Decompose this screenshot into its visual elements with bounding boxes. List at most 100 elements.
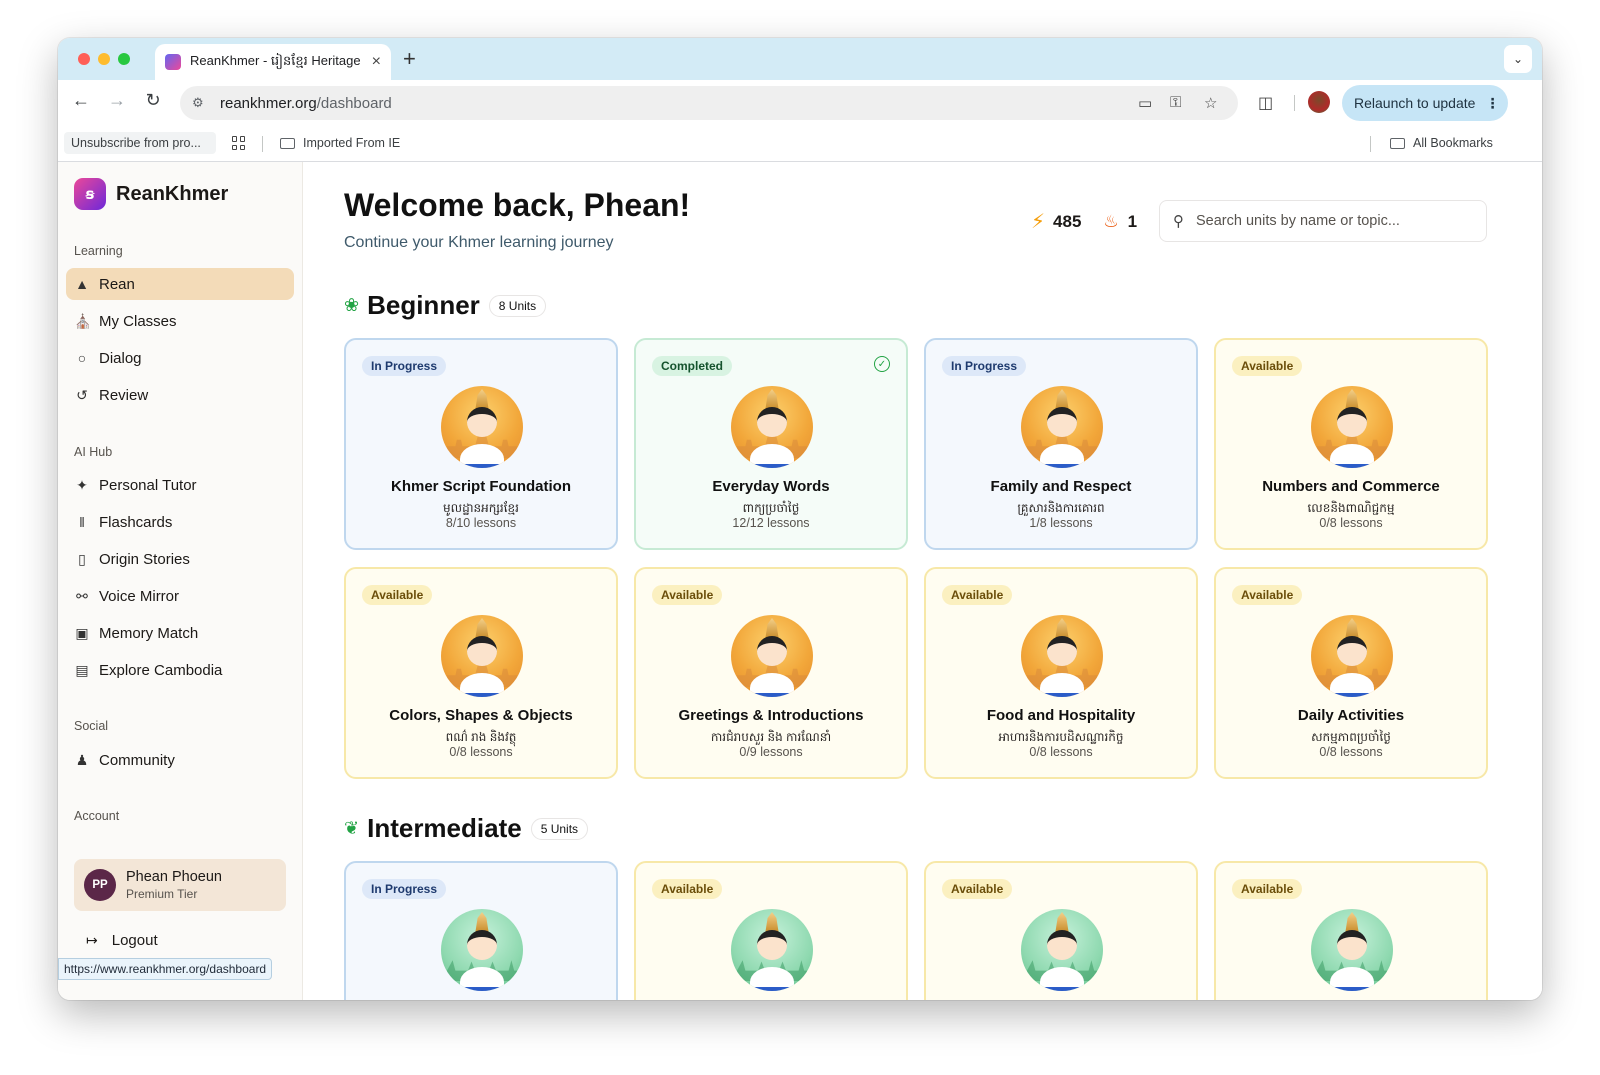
unit-card[interactable]: Available Daily Activities សកម្មភាពប្រចាំថ…	[1214, 567, 1488, 779]
relaunch-label: Relaunch to update	[1354, 95, 1476, 111]
status-badge: Available	[942, 879, 1013, 899]
relaunch-button[interactable]: Relaunch to update ⋮	[1342, 85, 1508, 121]
kebab-menu-icon[interactable]: ⋮	[1485, 95, 1499, 112]
address-bar[interactable]: ⚙ reankhmer.org/dashboard ▭ ⚿ ☆	[180, 86, 1238, 120]
url-path: /dashboard	[316, 94, 392, 112]
sidebar-item-memory-match[interactable]: ▣ Memory Match	[66, 617, 294, 649]
sidebar-item-dialog[interactable]: ○ Dialog	[66, 342, 294, 374]
sidebar-item-personal-tutor[interactable]: ✦ Personal Tutor	[66, 469, 294, 501]
bookmark-folder-imported[interactable]: Imported From IE	[280, 132, 400, 154]
level-header-beginner: ❀ Beginner 8 Units	[344, 290, 547, 321]
extensions-icon[interactable]: ◫	[1258, 93, 1273, 113]
close-window-button[interactable]	[78, 53, 90, 65]
xp-count: 485	[1053, 211, 1082, 231]
sidebar-item-label: Flashcards	[99, 513, 173, 531]
profile-avatar[interactable]	[1308, 91, 1330, 113]
unit-card[interactable]: In Progress Khmer Script Foundation មូលដ្ឋ…	[344, 338, 618, 550]
unit-card[interactable]: Available Greetings & Introductions ការជំរ…	[634, 567, 908, 779]
unit-lessons-progress: 12/12 lessons	[732, 516, 810, 530]
tab-strip: ReanKhmer - រៀនខ្មែរ Heritage × + ⌄	[58, 38, 1542, 80]
minimize-window-button[interactable]	[98, 53, 110, 65]
password-key-icon[interactable]: ⚿	[1170, 94, 1181, 111]
install-app-icon[interactable]: ▭	[1138, 94, 1152, 112]
all-bookmarks-button[interactable]: All Bookmarks	[1390, 132, 1493, 154]
unit-card[interactable]: Available Colors, Shapes & Objects ពណ៌ រាង…	[344, 567, 618, 779]
leaf-icon: ❦	[344, 818, 360, 838]
bookmarks-bar: Unsubscribe from pro... Imported From IE…	[58, 126, 1542, 162]
unit-card[interactable]: Available Food and Hospitality អាហារនិងការ…	[924, 567, 1198, 779]
status-badge: Available	[1232, 879, 1303, 899]
unit-title: Family and Respect	[990, 478, 1132, 495]
logout-button[interactable]: ↦ Logout	[86, 932, 158, 949]
bookmark-star-icon[interactable]: ☆	[1204, 94, 1217, 112]
folder-icon	[280, 137, 295, 149]
map-icon: ▤	[75, 661, 89, 678]
streak-flame-icon: ♨	[1103, 211, 1119, 231]
sidebar-item-explore-cambodia[interactable]: ▤ Explore Cambodia	[66, 654, 294, 686]
unit-card[interactable]: Completed ✓ Everyday Words ពាក្យប្រចាំថ្ងៃ 1…	[634, 338, 908, 550]
level-title: Intermediate	[367, 813, 522, 843]
sidebar-item-origin-stories[interactable]: ▯ Origin Stories	[66, 543, 294, 575]
tab-search-button[interactable]: ⌄	[1504, 45, 1532, 73]
browser-tab[interactable]: ReanKhmer - រៀនខ្មែរ Heritage ×	[155, 44, 391, 80]
unit-count-badge: 5 Units	[530, 817, 589, 840]
section-heading-ai-hub: AI Hub	[74, 445, 113, 459]
status-badge: Available	[1232, 356, 1303, 376]
unit-illustration	[731, 615, 813, 697]
back-icon[interactable]: ←	[68, 90, 94, 111]
page-title: Welcome back, Phean!	[344, 187, 691, 223]
unit-lessons-progress: 0/8 lessons	[1029, 745, 1093, 759]
sidebar-item-voice-mirror[interactable]: ⚯ Voice Mirror	[66, 580, 294, 612]
sidebar-item-review[interactable]: ↺ Review	[66, 379, 294, 411]
unit-title: Numbers and Commerce	[1262, 478, 1440, 495]
unit-illustration	[1311, 909, 1393, 991]
unit-illustration	[441, 909, 523, 991]
forward-icon[interactable]: →	[104, 90, 130, 111]
sidebar-item-my-classes[interactable]: ⛪ My Classes	[66, 305, 294, 337]
level-title: Beginner	[367, 290, 480, 320]
unit-title: Food and Hospitality	[986, 707, 1136, 724]
app-logo: ꞩ	[74, 178, 106, 210]
reload-icon[interactable]: ↻	[140, 90, 166, 111]
status-bar-url: https://www.reankhmer.org/dashboard	[58, 958, 273, 980]
unit-lessons-progress: 0/8 lessons	[1319, 516, 1383, 530]
unit-card[interactable]: Available	[634, 861, 908, 1000]
sidebar-item-label: Voice Mirror	[99, 587, 180, 605]
user-card[interactable]: PP Phean Phoeun Premium Tier	[74, 859, 286, 911]
new-tab-button[interactable]: +	[403, 46, 416, 72]
unit-title: Khmer Script Foundation	[391, 478, 571, 495]
unit-lessons-progress: 0/8 lessons	[1319, 745, 1383, 759]
brand-name: ReanKhmer	[116, 182, 229, 205]
bookmark-label: Imported From IE	[303, 136, 401, 150]
unit-lessons-progress: 0/9 lessons	[739, 745, 803, 759]
sidebar-item-community[interactable]: ♟ Community	[66, 744, 294, 776]
bookmark-unsubscribe[interactable]: Unsubscribe from pro...	[64, 132, 216, 154]
unit-count-badge: 8 Units	[488, 294, 547, 317]
bookmark-label: Unsubscribe from pro...	[71, 136, 201, 150]
unit-title: Daily Activities	[1297, 707, 1405, 724]
unit-card[interactable]: Available	[924, 861, 1198, 1000]
brand[interactable]: ꞩ ReanKhmer	[74, 178, 228, 210]
unit-card[interactable]: In Progress	[344, 861, 618, 1000]
unit-illustration	[1311, 615, 1393, 697]
unit-card[interactable]: In Progress Family and Respect គ្រួសារនិងក…	[924, 338, 1198, 550]
unit-title: Greetings & Introductions	[678, 707, 864, 724]
apps-grid-icon[interactable]	[232, 136, 246, 150]
library-icon: ‖	[79, 514, 85, 530]
unit-card[interactable]: Available	[1214, 861, 1488, 1000]
page-subtitle: Continue your Khmer learning journey	[344, 234, 614, 251]
unit-illustration	[1311, 386, 1393, 468]
gamepad-icon: ▣	[75, 624, 89, 641]
unit-card[interactable]: Available Numbers and Commerce លេខនិងពាណិជ…	[1214, 338, 1488, 550]
school-icon: ⛪	[74, 312, 92, 329]
sidebar-item-flashcards[interactable]: ‖ Flashcards	[66, 506, 294, 538]
tab-close-icon[interactable]: ×	[372, 53, 381, 71]
stats-bar: ⚡ 485 ♨ 1	[1031, 209, 1137, 234]
search-input[interactable]: ⚲ Search units by name or topic...	[1159, 200, 1487, 242]
favicon	[165, 54, 181, 70]
site-info-icon[interactable]: ⚙	[192, 95, 208, 111]
sprout-icon: ❀	[344, 295, 360, 315]
sidebar-item-rean[interactable]: ▲ Rean	[66, 268, 294, 300]
zoom-window-button[interactable]	[118, 53, 130, 65]
rotate-icon: ↺	[76, 386, 88, 403]
